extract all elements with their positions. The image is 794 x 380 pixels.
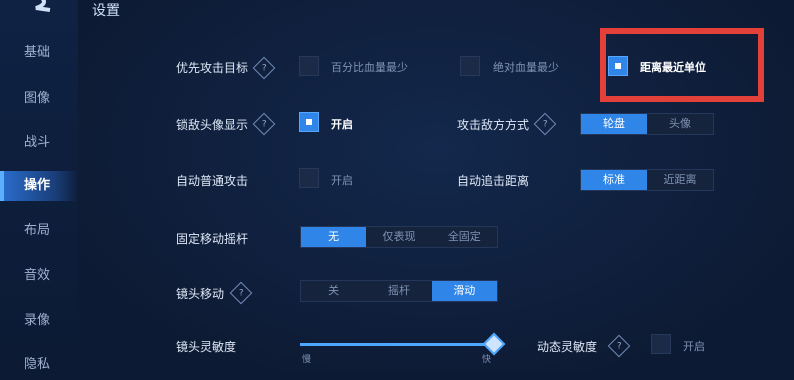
- attack-mode-wheel[interactable]: 轮盘: [581, 114, 647, 134]
- sidebar-item-replay[interactable]: 录像: [0, 306, 78, 336]
- back-icon[interactable]: [12, 0, 56, 14]
- page-title: 设置: [92, 3, 120, 19]
- camera-move-label: 镜头移动: [176, 287, 225, 301]
- fixed-joystick-full[interactable]: 全固定: [432, 227, 497, 247]
- attack-mode-segmented: 轮盘 头像: [580, 113, 714, 135]
- sidebar-item-basic[interactable]: 基础: [0, 38, 78, 68]
- sidebar-item-audio[interactable]: 音效: [0, 261, 78, 291]
- camera-move-joystick[interactable]: 摇杆: [366, 281, 431, 301]
- attack-mode-label: 攻击敌方方式: [457, 118, 530, 132]
- camera-move-off[interactable]: 关: [301, 281, 366, 301]
- sidebar-item-privacy[interactable]: 隐私: [0, 350, 78, 380]
- auto-chase-standard[interactable]: 标准: [581, 170, 647, 190]
- sidebar-item-graphics[interactable]: 图像: [0, 84, 78, 114]
- absolute-hp-option[interactable]: 绝对血量最少: [493, 59, 559, 75]
- slider-max-label: 快: [482, 355, 492, 365]
- sidebar-item-controls[interactable]: 操作: [0, 171, 78, 201]
- camera-move-swipe[interactable]: 滑动: [431, 281, 497, 301]
- absolute-hp-checkbox[interactable]: [460, 56, 480, 76]
- sidebar-item-layout[interactable]: 布局: [0, 216, 78, 246]
- attack-mode-portrait[interactable]: 头像: [647, 114, 713, 134]
- dynamic-sensitivity-checkbox[interactable]: [651, 334, 671, 354]
- fixed-joystick-visual[interactable]: 仅表现: [366, 227, 431, 247]
- target-priority-label: 优先攻击目标: [176, 61, 249, 75]
- percent-hp-option[interactable]: 百分比血量最少: [331, 59, 408, 75]
- auto-attack-label: 自动普通攻击: [176, 174, 249, 188]
- slider-min-label: 慢: [302, 355, 312, 365]
- fixed-joystick-label: 固定移动摇杆: [176, 232, 249, 246]
- auto-attack-option[interactable]: 开启: [331, 172, 353, 188]
- sidebar-item-battle[interactable]: 战斗: [0, 128, 78, 158]
- auto-chase-close[interactable]: 近距离: [647, 170, 713, 190]
- lock-portrait-checkbox[interactable]: [299, 112, 319, 132]
- auto-attack-checkbox[interactable]: [299, 168, 319, 188]
- lock-portrait-option[interactable]: 开启: [331, 116, 353, 132]
- dynamic-sensitivity-option[interactable]: 开启: [683, 338, 705, 354]
- fixed-joystick-none[interactable]: 无: [301, 227, 367, 247]
- fixed-joystick-segmented: 无 仅表现 全固定: [300, 226, 498, 248]
- percent-hp-checkbox[interactable]: [299, 56, 319, 76]
- dynamic-sensitivity-label: 动态灵敏度: [537, 340, 598, 354]
- camera-move-segmented: 关 摇杆 滑动: [300, 280, 498, 302]
- auto-chase-label: 自动追击距离: [457, 174, 530, 188]
- camera-sensitivity-label: 镜头灵敏度: [176, 340, 237, 354]
- sensitivity-slider-fill: [300, 343, 494, 346]
- sidebar: 基础 图像 战斗 操作 布局 音效 录像 隐私: [0, 0, 78, 372]
- lock-portrait-label: 锁敌头像显示: [176, 118, 249, 132]
- auto-chase-segmented: 标准 近距离: [580, 169, 714, 191]
- highlight-box: [600, 28, 764, 102]
